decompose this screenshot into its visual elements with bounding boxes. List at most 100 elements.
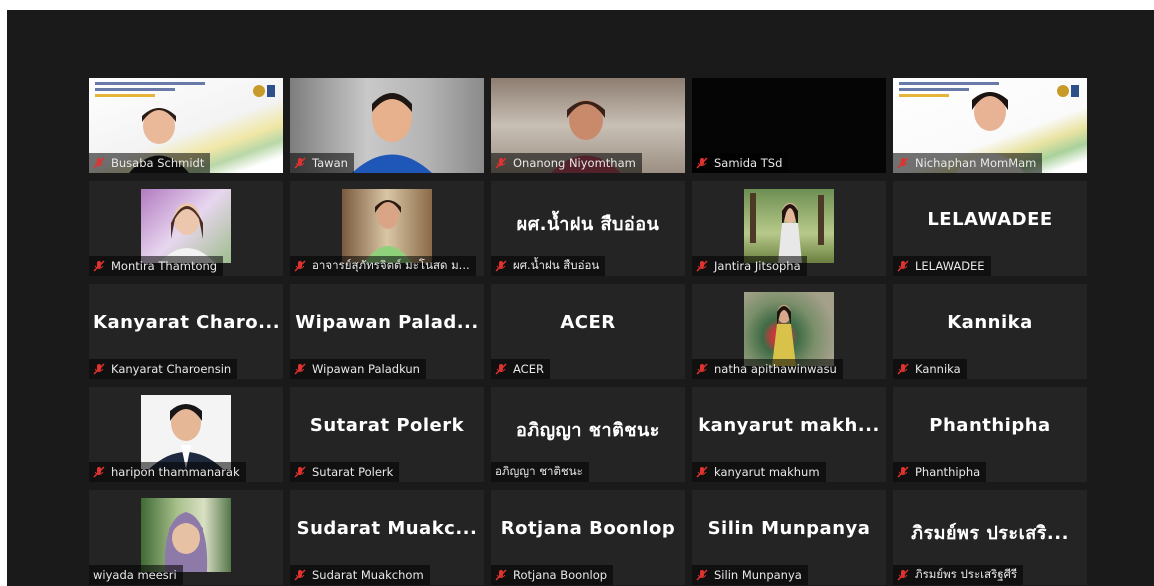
- participant-display-name: ภิรมย์พร ประเสริ...: [911, 523, 1069, 544]
- muted-mic-icon: [696, 466, 708, 478]
- muted-mic-icon: [495, 157, 507, 169]
- participant-tile-tawan[interactable]: Tawan: [290, 78, 484, 173]
- participant-tile-wiyada-meesri[interactable]: wiyada meesri: [89, 490, 283, 585]
- muted-mic-icon: [93, 260, 105, 272]
- participant-name-tag: Silin Munpanya: [692, 565, 808, 585]
- participant-tile-montira-thamtong[interactable]: Montira Thamtong: [89, 181, 283, 276]
- participant-name-tag: Jantira Jitsopha: [692, 256, 807, 276]
- participant-tile-jantira-jitsopha[interactable]: Jantira Jitsopha: [692, 181, 886, 276]
- participant-tile-kanyarut-makhum[interactable]: kanyarut makh... kanyarut makhum: [692, 387, 886, 482]
- participant-name: Kannika: [915, 362, 961, 376]
- profile-photo-person: [772, 305, 796, 366]
- participant-display-name: Silin Munpanya: [707, 518, 871, 539]
- participant-tile-nichaphan-mommam[interactable]: Nichaphan MomMam: [893, 78, 1087, 173]
- profile-photo: [141, 498, 231, 572]
- muted-mic-icon: [696, 363, 708, 375]
- participant-tile-silin-munpanya[interactable]: Silin Munpanya Silin Munpanya: [692, 490, 886, 585]
- muted-mic-icon: [495, 569, 507, 581]
- participant-name: Silin Munpanya: [714, 568, 802, 582]
- participant-name-tag: Tawan: [290, 153, 354, 173]
- profile-photo-person: [750, 193, 824, 263]
- participant-tile-namfon[interactable]: ผศ.น้ำฝน สืบอ่อน ผศ.น้ำฝน สืบอ่อน: [491, 181, 685, 276]
- profile-photo: [342, 189, 432, 263]
- participant-name: Sutarat Polerk: [312, 465, 394, 479]
- participant-name-tag: Wipawan Paladkun: [290, 359, 426, 379]
- participant-name: Phanthipha: [915, 465, 981, 479]
- participant-tile-wipawan-paladkun[interactable]: Wipawan Palad... Wipawan Paladkun: [290, 284, 484, 379]
- participant-display-name: ACER: [560, 312, 616, 333]
- participant-name: LELAWADEE: [915, 259, 985, 273]
- muted-mic-icon: [696, 260, 708, 272]
- participant-name: ภิรมย์พร ประเสริฐศีรี: [915, 567, 1018, 581]
- participant-name: Kanyarat Charoensin: [111, 362, 232, 376]
- profile-photo-person: [364, 200, 412, 263]
- participant-tile-kannika[interactable]: Kannika Kannika: [893, 284, 1087, 379]
- participant-name: haripon thammanarak: [111, 465, 240, 479]
- muted-mic-icon: [495, 363, 507, 375]
- participant-name-tag: ACER: [491, 359, 550, 379]
- participant-tile-lelawadee[interactable]: LELAWADEE LELAWADEE: [893, 181, 1087, 276]
- participant-tile-acer[interactable]: ACER ACER: [491, 284, 685, 379]
- participant-tile-natha-apithawinwasu[interactable]: natha apithawinwasu: [692, 284, 886, 379]
- participant-name-tag: อภิญญา ชาติชนะ: [491, 462, 589, 482]
- participant-name-tag: ผศ.น้ำฝน สืบอ่อน: [491, 256, 606, 276]
- gallery-grid: Busaba Schmidt Tawan Onanong Niyomtham S…: [89, 78, 1087, 585]
- profile-photo: [141, 395, 231, 469]
- profile-photo-person: [149, 404, 223, 469]
- muted-mic-icon: [93, 363, 105, 375]
- participant-tile-onanong-niyomtham[interactable]: Onanong Niyomtham: [491, 78, 685, 173]
- participant-name: ACER: [513, 362, 544, 376]
- profile-photo: [744, 292, 834, 366]
- participant-name: Nichaphan MomMam: [915, 156, 1037, 170]
- muted-mic-icon: [897, 569, 909, 581]
- participant-tile-haripon-thammanarak[interactable]: haripon thammanarak: [89, 387, 283, 482]
- participant-name: Onanong Niyomtham: [513, 156, 636, 170]
- meeting-window: Busaba Schmidt Tawan Onanong Niyomtham S…: [7, 10, 1154, 586]
- profile-photo-person: [164, 512, 208, 572]
- participant-name-tag: Phanthipha: [893, 462, 987, 482]
- participant-tile-sutarat-polerk[interactable]: Sutarat Polerk Sutarat Polerk: [290, 387, 484, 482]
- participant-tile-apinya[interactable]: อภิญญา ชาติชนะ อภิญญา ชาติชนะ: [491, 387, 685, 482]
- participant-name: wiyada meesri: [93, 568, 177, 582]
- participant-tile-rotjana-boonlop[interactable]: Rotjana Boonlop Rotjana Boonlop: [491, 490, 685, 585]
- participant-display-name: Rotjana Boonlop: [500, 518, 676, 539]
- participant-name-tag: Sutarat Polerk: [290, 462, 400, 482]
- participant-video: [352, 93, 432, 173]
- muted-mic-icon: [294, 260, 306, 272]
- participant-tile-sudarat-muakchom[interactable]: Sudarat Muakc... Sudarat Muakchom: [290, 490, 484, 585]
- participant-display-name: อภิญญา ชาติชนะ: [516, 420, 660, 441]
- participant-tile-supattarajit[interactable]: อาจารย์สุภัทรจิตต์ มะโนสด ม...: [290, 181, 484, 276]
- participant-name: Busaba Schmidt: [111, 156, 205, 170]
- participant-name: Montira Thamtong: [111, 259, 218, 273]
- participant-name-tag: อาจารย์สุภัทรจิตต์ มะโนสด ม...: [290, 256, 476, 276]
- muted-mic-icon: [294, 363, 306, 375]
- participant-name: Samida TSd: [714, 156, 783, 170]
- participant-display-name: Wipawan Palad...: [295, 312, 479, 333]
- participant-display-name: ผศ.น้ำฝน สืบอ่อน: [516, 214, 660, 235]
- participant-name-tag: Sudarat Muakchom: [290, 565, 430, 585]
- participant-name: natha apithawinwasu: [714, 362, 837, 376]
- profile-photo: [141, 189, 231, 263]
- participant-name-tag: natha apithawinwasu: [692, 359, 843, 379]
- participant-display-name: Sudarat Muakc...: [296, 518, 478, 539]
- profile-photo-person: [159, 203, 215, 263]
- participant-name-tag: haripon thammanarak: [89, 462, 246, 482]
- muted-mic-icon: [696, 157, 708, 169]
- muted-mic-icon: [897, 260, 909, 272]
- participant-tile-phanthipha[interactable]: Phanthipha Phanthipha: [893, 387, 1087, 482]
- participant-tile-piromporn[interactable]: ภิรมย์พร ประเสริ... ภิรมย์พร ประเสริฐศีร…: [893, 490, 1087, 585]
- muted-mic-icon: [93, 157, 105, 169]
- participant-name-tag: ภิรมย์พร ประเสริฐศีรี: [893, 565, 1024, 585]
- participant-display-name: Sutarat Polerk: [309, 415, 465, 436]
- participant-name: Rotjana Boonlop: [513, 568, 608, 582]
- participant-display-name: kanyarut makh...: [698, 415, 880, 436]
- participant-name-tag: Kanyarat Charoensin: [89, 359, 238, 379]
- muted-mic-icon: [294, 569, 306, 581]
- participant-name-tag: Busaba Schmidt: [89, 153, 211, 173]
- profile-photo: [744, 189, 834, 263]
- participant-tile-samida-tsd[interactable]: Samida TSd: [692, 78, 886, 173]
- participant-tile-busaba-schmidt[interactable]: Busaba Schmidt: [89, 78, 283, 173]
- muted-mic-icon: [294, 157, 306, 169]
- muted-mic-icon: [897, 466, 909, 478]
- participant-tile-kanyarat-charoensin[interactable]: Kanyarat Charo... Kanyarat Charoensin: [89, 284, 283, 379]
